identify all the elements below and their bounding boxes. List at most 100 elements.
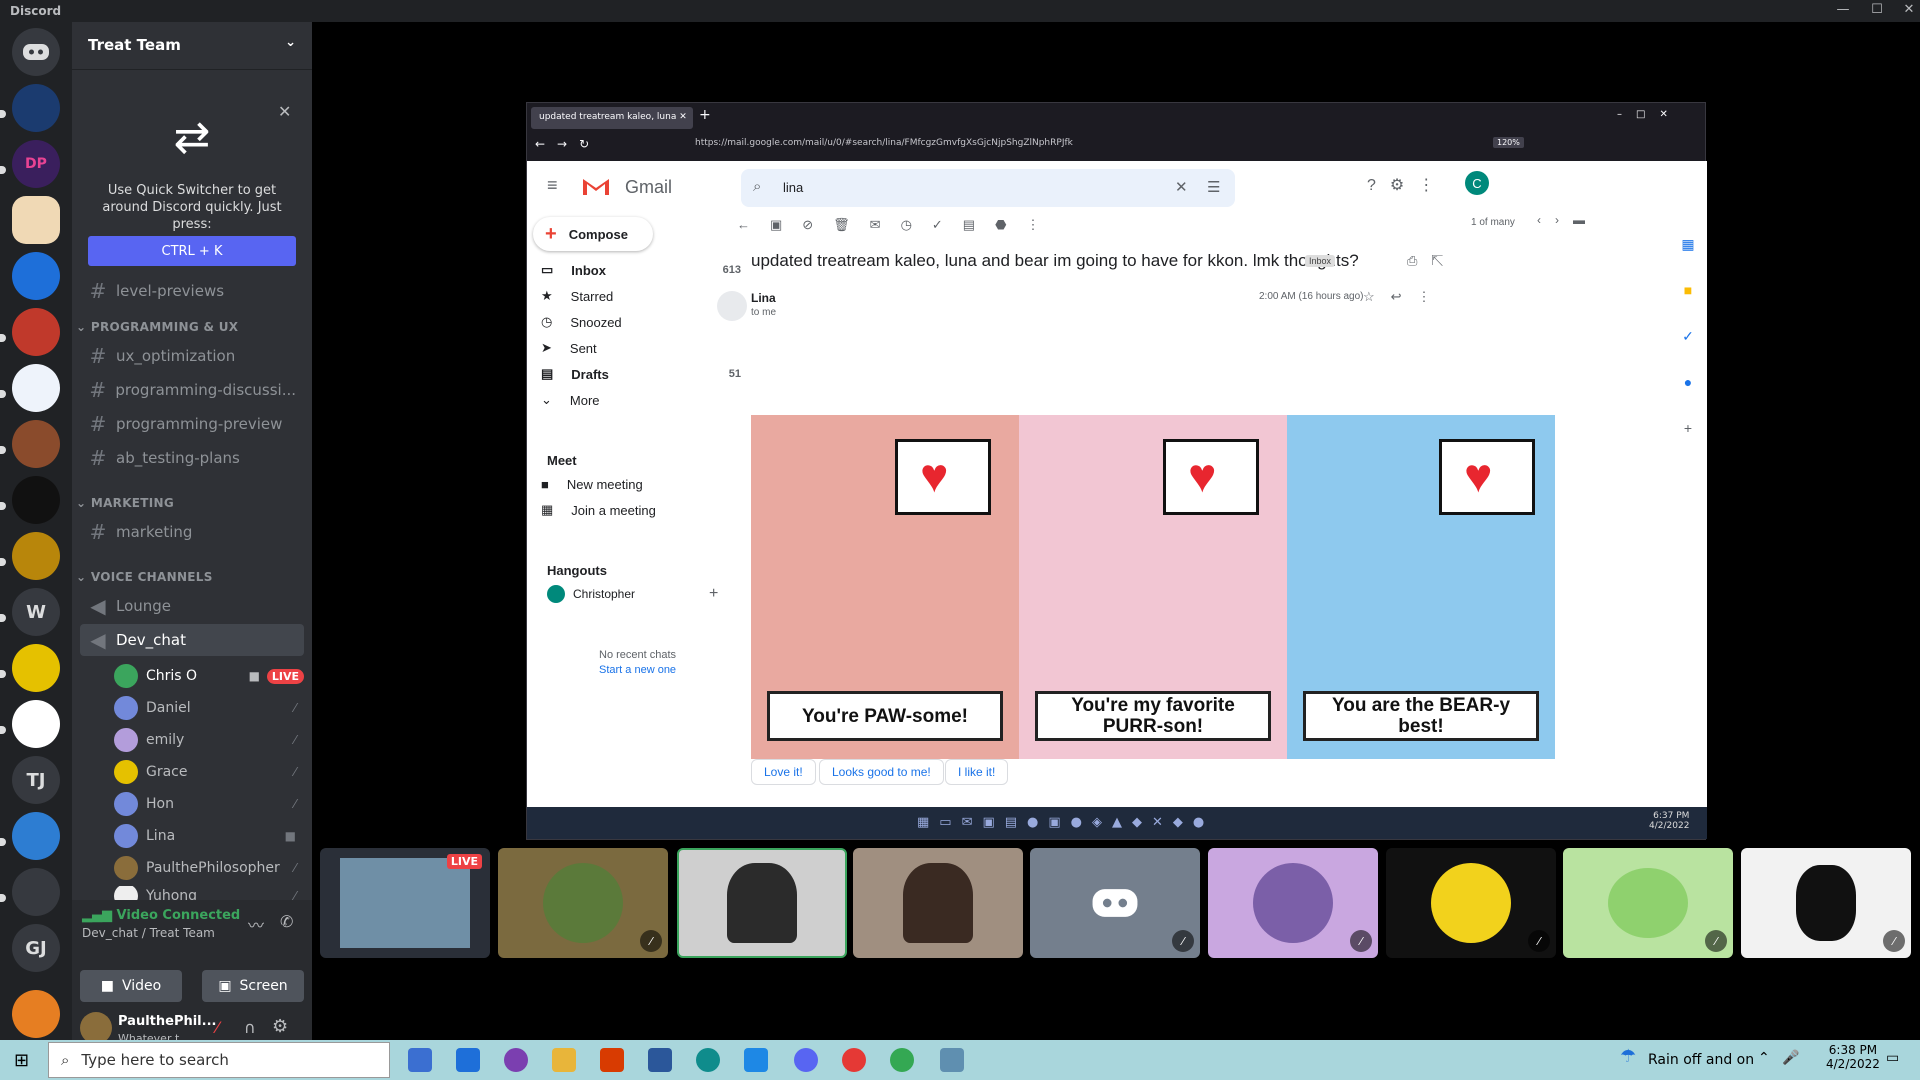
- channel-ux-optimization[interactable]: # ux_optimization: [80, 340, 304, 372]
- voice-user[interactable]: Daniel ⁄: [114, 694, 304, 722]
- shortcut-button[interactable]: CTRL + K: [88, 236, 296, 266]
- add-chat-icon[interactable]: +: [709, 585, 718, 603]
- compose-button[interactable]: + Compose: [533, 217, 653, 251]
- print-open-icons[interactable]: ⎙⇱: [1407, 253, 1457, 269]
- voice-user[interactable]: emily ⁄: [114, 726, 304, 754]
- server-icon[interactable]: DP: [12, 140, 60, 188]
- smart-reply[interactable]: Looks good to me!: [819, 759, 944, 785]
- voice-user[interactable]: PaulthePhilosopher ⁄: [114, 854, 304, 882]
- nav-starred[interactable]: ★ Starred: [541, 283, 741, 309]
- channel-programming-discussion[interactable]: # programming-discussi...: [80, 374, 304, 406]
- start-chat-link[interactable]: Start a new one: [599, 664, 676, 676]
- file-explorer-icon[interactable]: [552, 1048, 576, 1072]
- discord-taskbar-icon[interactable]: [794, 1048, 818, 1072]
- voice-user[interactable]: Lina ■: [114, 822, 304, 850]
- microphone-icon[interactable]: 🎤: [1782, 1050, 1799, 1066]
- channel-programming-preview[interactable]: # programming-preview: [80, 408, 304, 440]
- recipient[interactable]: to me: [751, 307, 776, 318]
- tasks-icon[interactable]: ✓: [1677, 313, 1699, 359]
- server-icon[interactable]: [12, 812, 60, 860]
- zoom-level[interactable]: 120%: [1493, 137, 1524, 148]
- participant-tile[interactable]: ⁄: [1208, 848, 1378, 958]
- minimize-icon[interactable]: —: [1828, 2, 1858, 17]
- participant-tile[interactable]: ⁄: [1386, 848, 1556, 958]
- server-icon-treat-team[interactable]: [12, 196, 60, 244]
- participant-tile[interactable]: ⁄: [1030, 848, 1200, 958]
- server-icon-gj[interactable]: GJ: [12, 924, 60, 972]
- gear-icon[interactable]: ⚙: [272, 1016, 288, 1037]
- browser-tab[interactable]: updated treatream kaleo, luna ✕: [531, 107, 693, 129]
- maximize-icon[interactable]: ☐: [1862, 2, 1892, 17]
- chevron-up-icon[interactable]: ⌃: [1758, 1050, 1770, 1066]
- weather-icon[interactable]: ☂: [1620, 1046, 1636, 1067]
- server-icon[interactable]: [12, 84, 60, 132]
- server-icon[interactable]: [12, 476, 60, 524]
- app-icon[interactable]: [940, 1048, 964, 1072]
- stream-tile[interactable]: LIVE: [320, 848, 490, 958]
- windows-start-icon[interactable]: ⊞: [14, 1050, 29, 1071]
- voice-user[interactable]: Grace ⁄: [114, 758, 304, 786]
- nav-snoozed[interactable]: ◷ Snoozed: [541, 309, 741, 335]
- chrome-icon[interactable]: [890, 1048, 914, 1072]
- channel-level-previews[interactable]: # level-previews: [80, 275, 304, 307]
- discord-home-icon[interactable]: [12, 28, 60, 76]
- headphones-icon[interactable]: ∩: [244, 1018, 256, 1037]
- url-bar[interactable]: https://mail.google.com/mail/u/0/#search…: [687, 133, 1527, 155]
- clear-search-icon[interactable]: ✕: [1175, 178, 1188, 196]
- app-icon[interactable]: [842, 1048, 866, 1072]
- server-icon[interactable]: [12, 420, 60, 468]
- nav-inbox[interactable]: ▭ Inbox 613: [541, 257, 741, 283]
- server-icon-tj[interactable]: TJ: [12, 756, 60, 804]
- mail-icon[interactable]: [456, 1048, 480, 1072]
- smart-reply[interactable]: I like it!: [945, 759, 1009, 785]
- search-bar[interactable]: ⌕ lina ✕ ☰: [741, 169, 1235, 207]
- search-icon[interactable]: ⌕: [753, 178, 761, 195]
- chevron-down-icon[interactable]: ⌄: [285, 35, 296, 50]
- gmail-logo-icon[interactable]: [581, 175, 611, 197]
- participant-tile[interactable]: ⁄: [1563, 848, 1733, 958]
- contacts-icon[interactable]: ●: [1677, 359, 1699, 405]
- keep-icon[interactable]: ■: [1677, 267, 1699, 313]
- category-voice[interactable]: ⌄ VOICE CHANNELS: [76, 570, 213, 584]
- message-toolbar[interactable]: ←▣⊘🗑✉◷✓▤⬣⋮: [737, 217, 1277, 233]
- vscode-icon[interactable]: [744, 1048, 768, 1072]
- calendar-icon[interactable]: ▦: [1677, 221, 1699, 267]
- server-icon[interactable]: [12, 700, 60, 748]
- nav-buttons[interactable]: ←→↻: [535, 137, 601, 151]
- side-panel[interactable]: ▦ ■ ✓ ● +: [1677, 221, 1699, 701]
- guild-header[interactable]: Treat Team ⌄: [72, 22, 312, 70]
- join-meeting-link[interactable]: ▦ Join a meeting: [541, 497, 741, 523]
- taskbar-search[interactable]: ⌕ Type here to search: [48, 1042, 390, 1078]
- account-avatar[interactable]: C: [1465, 171, 1489, 195]
- menu-icon[interactable]: ≡: [547, 175, 558, 196]
- office-icon[interactable]: [600, 1048, 624, 1072]
- category-marketing[interactable]: ⌄ MARKETING: [76, 496, 174, 510]
- server-icon[interactable]: [12, 868, 60, 916]
- task-view-icon[interactable]: [408, 1048, 432, 1072]
- participant-tile-speaking[interactable]: [677, 848, 847, 958]
- browser-window-controls[interactable]: –□✕: [1617, 109, 1682, 120]
- hangouts-user[interactable]: Christopher: [573, 587, 635, 601]
- video-button[interactable]: ■ Video: [80, 970, 182, 1002]
- voice-user[interactable]: Hon ⁄: [114, 790, 304, 818]
- noise-suppression-icon[interactable]: 〰: [248, 912, 264, 936]
- filter-icon[interactable]: ☰: [1207, 178, 1220, 196]
- nav-sent[interactable]: ➤ Sent: [541, 335, 741, 361]
- server-icon[interactable]: [12, 252, 60, 300]
- new-tab-icon[interactable]: +: [699, 107, 711, 123]
- nav-more[interactable]: ⌄ More: [541, 387, 741, 413]
- new-meeting-link[interactable]: ■ New meeting: [541, 471, 741, 497]
- disconnect-icon[interactable]: ✆: [280, 912, 293, 931]
- close-icon[interactable]: ✕: [1894, 2, 1920, 17]
- screen-share-button[interactable]: ▣ Screen: [202, 970, 304, 1002]
- server-icon[interactable]: [12, 532, 60, 580]
- taskbar-clock[interactable]: 6:38 PM 4/2/2022: [1826, 1043, 1880, 1071]
- close-icon[interactable]: ✕: [278, 102, 291, 121]
- message-actions[interactable]: ☆↩⋮: [1363, 289, 1447, 305]
- app-icon[interactable]: [504, 1048, 528, 1072]
- word-icon[interactable]: [648, 1048, 672, 1072]
- server-icon[interactable]: [12, 364, 60, 412]
- add-addon-icon[interactable]: +: [1677, 405, 1699, 451]
- participant-tile[interactable]: [853, 848, 1023, 958]
- search-input[interactable]: lina: [783, 180, 803, 195]
